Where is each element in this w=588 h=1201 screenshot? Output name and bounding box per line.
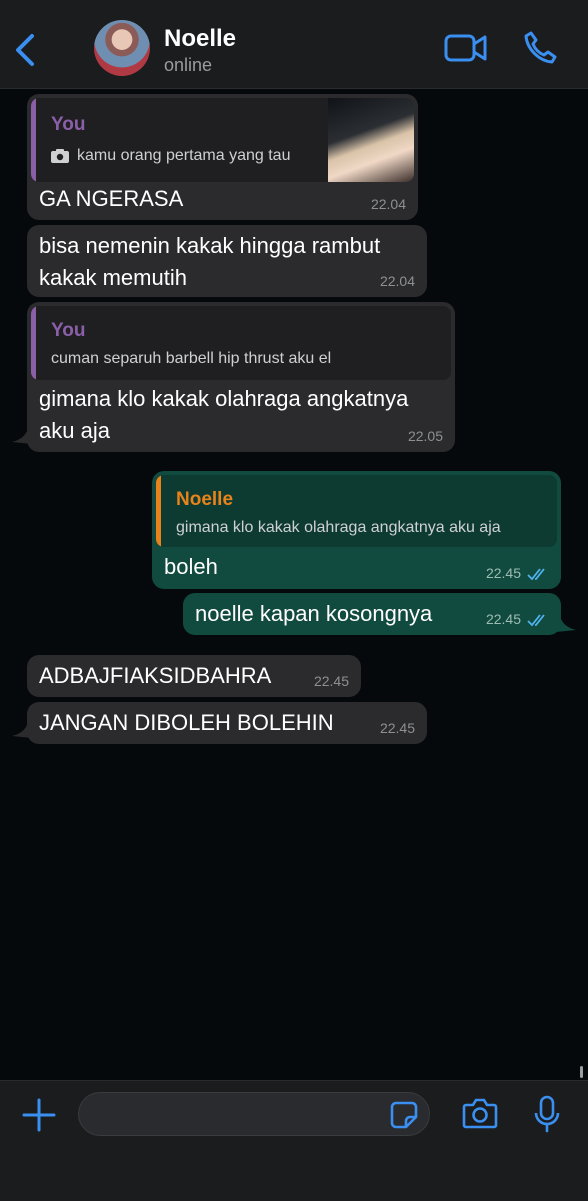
quote-text: gimana klo kakak olahraga angkatnya aku … — [176, 519, 501, 536]
message-time: 22.05 — [407, 428, 443, 444]
message-time: 22.45 — [485, 611, 521, 627]
quote-bar — [156, 475, 161, 547]
read-receipt-icon — [527, 614, 545, 627]
video-call-icon[interactable] — [444, 32, 488, 64]
reply-quote[interactable]: Noelle gimana klo kakak olahraga angkatn… — [156, 475, 557, 547]
message-time: 22.45 — [313, 673, 349, 689]
message-input-bar — [0, 1080, 588, 1201]
quote-bar — [31, 306, 36, 380]
sticker-icon[interactable] — [390, 1101, 418, 1129]
camera-icon — [51, 149, 69, 163]
contact-status: online — [164, 55, 213, 75]
reply-quote[interactable]: You cuman separuh barbell hip thrust aku… — [31, 306, 451, 380]
camera-icon[interactable] — [462, 1097, 498, 1129]
message-input[interactable] — [78, 1092, 430, 1136]
message-text: noelle kapan kosongnya — [195, 601, 433, 626]
incoming-message-bubble[interactable]: ADBAJFIAKSIDBAHRA 22.45 — [27, 655, 361, 697]
microphone-icon[interactable] — [534, 1095, 560, 1133]
quote-author: You — [51, 320, 86, 341]
contact-avatar[interactable] — [94, 20, 150, 76]
message-text: ADBAJFIAKSIDBAHRA — [39, 663, 272, 688]
quote-author: You — [51, 114, 86, 135]
bubble-tail — [556, 616, 576, 632]
outgoing-message-bubble[interactable]: noelle kapan kosongnya 22.45 — [183, 593, 561, 635]
quote-text: cuman separuh barbell hip thrust aku el — [51, 350, 332, 367]
message-text: GA NGERASA — [39, 186, 184, 211]
message-text: boleh — [164, 554, 218, 579]
message-time: 22.04 — [370, 196, 406, 212]
incoming-message-bubble[interactable]: bisa nemenin kakak hingga rambut kakak m… — [27, 225, 427, 297]
incoming-message-bubble[interactable]: JANGAN DIBOLEH BOLEHIN 22.45 — [27, 702, 427, 744]
incoming-message-bubble[interactable]: You cuman separuh barbell hip thrust aku… — [27, 302, 455, 452]
chat-header: Noelle online — [0, 0, 588, 89]
reply-quote[interactable]: You kamu orang pertama yang tau — [31, 98, 414, 182]
message-time: 22.45 — [379, 720, 415, 736]
quote-bar — [31, 98, 36, 182]
message-time: 22.04 — [379, 273, 415, 289]
message-text-line: aku aja — [39, 418, 110, 443]
read-receipt-icon — [527, 568, 545, 581]
message-time: 22.45 — [485, 565, 521, 581]
contact-name[interactable]: Noelle — [164, 25, 236, 53]
scrollbar[interactable] — [580, 1066, 583, 1078]
message-text-line: gimana klo kakak olahraga angkatnya — [39, 386, 409, 411]
phone-call-icon[interactable] — [522, 30, 558, 66]
quote-text: kamu orang pertama yang tau — [77, 147, 291, 164]
quote-author: Noelle — [176, 489, 234, 510]
plus-icon[interactable] — [22, 1098, 56, 1132]
incoming-message-bubble[interactable]: You kamu orang pertama yang tau GA NGERA… — [27, 94, 418, 220]
back-chevron-icon[interactable] — [10, 30, 38, 70]
message-text: JANGAN DIBOLEH BOLEHIN — [39, 710, 334, 735]
message-text-line: bisa nemenin kakak hingga rambut — [39, 233, 381, 258]
quoted-photo-thumbnail[interactable] — [328, 98, 414, 182]
message-text-line: kakak memutih — [39, 265, 187, 290]
outgoing-message-bubble[interactable]: Noelle gimana klo kakak olahraga angkatn… — [152, 471, 561, 589]
